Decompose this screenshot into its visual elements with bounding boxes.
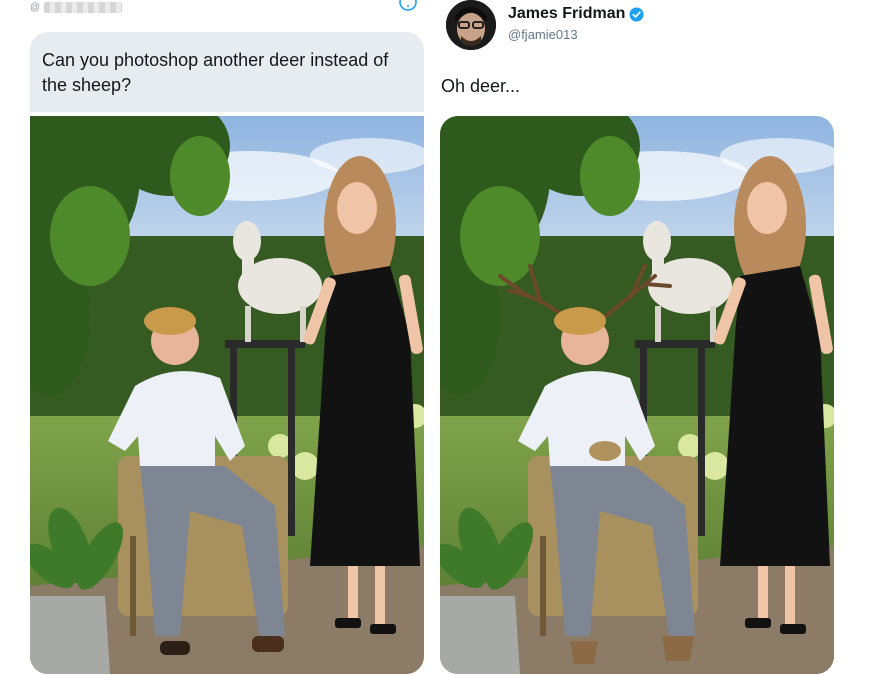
handle-at-sign: @	[30, 2, 41, 13]
author-name[interactable]: James Fridman	[508, 5, 644, 23]
profile-avatar[interactable]	[446, 0, 496, 50]
request-text: Can you photoshop another deer instead o…	[42, 50, 389, 95]
blurred-user-handle[interactable]: @	[30, 2, 123, 13]
reply-text: Oh deer...	[441, 76, 521, 96]
original-photo[interactable]	[30, 116, 424, 674]
author-display-name: James Fridman	[508, 5, 626, 22]
request-text-bubble: Can you photoshop another deer instead o…	[30, 32, 424, 112]
verified-badge-icon	[629, 6, 644, 22]
edited-photo[interactable]	[440, 116, 834, 674]
handle-redaction	[44, 2, 123, 13]
info-circle-icon[interactable]	[398, 0, 418, 12]
author-handle[interactable]: @fjamie013	[508, 27, 578, 42]
